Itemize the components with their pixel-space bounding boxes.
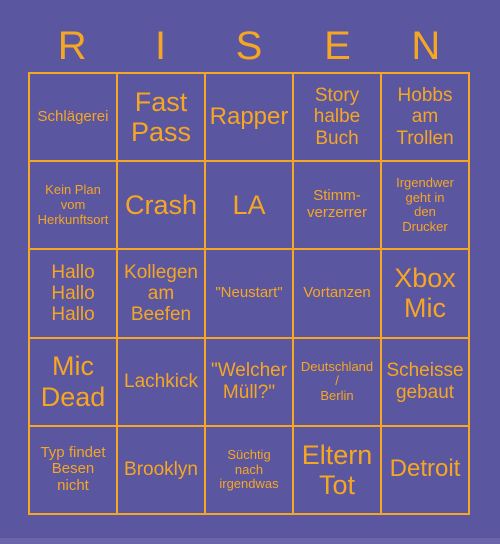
- bingo-cell-label: "Neustart": [215, 284, 283, 302]
- bingo-cell-label: Lachkick: [124, 371, 198, 393]
- bingo-grid: Schlägerei Fast Pass Rapper Story halbe Buc…: [28, 72, 470, 515]
- bingo-cell[interactable]: Kollegen am Beefen: [118, 250, 206, 339]
- bingo-cell-label: Typ findet Besen nicht: [40, 443, 106, 495]
- title-letter-2: I: [155, 24, 167, 68]
- bingo-cell[interactable]: Süchtig nach irgendwas: [206, 426, 294, 515]
- title-letter-3: S: [235, 24, 263, 68]
- bingo-cell[interactable]: Hallo Hallo Hallo: [30, 250, 118, 339]
- bingo-cell[interactable]: Lachkick: [118, 338, 206, 427]
- bingo-cell-label: Detroit: [389, 455, 461, 483]
- bingo-cell[interactable]: Scheisse gebaut: [382, 338, 470, 427]
- bingo-cell[interactable]: Fast Pass: [118, 74, 206, 163]
- bingo-cell-label: Brooklyn: [124, 459, 198, 481]
- bingo-cell[interactable]: Vortanzen: [294, 250, 382, 339]
- bingo-cell[interactable]: Schlägerei: [30, 74, 118, 163]
- bingo-cell[interactable]: Brooklyn: [118, 426, 206, 515]
- bingo-cell-label: Crash: [124, 190, 198, 221]
- bingo-cell-label: Mic Dead: [40, 351, 106, 412]
- bingo-cell[interactable]: Stimm- verzerrer: [294, 162, 382, 251]
- bingo-cell-label: Hallo Hallo Hallo: [51, 261, 95, 326]
- bingo-cell-label: Schlägerei: [37, 107, 109, 125]
- bingo-cell[interactable]: Irgendwer geht in den Drucker: [382, 162, 470, 251]
- bingo-title: R I S E N: [28, 20, 470, 72]
- bingo-cell[interactable]: "Welcher Müll?": [206, 338, 294, 427]
- bingo-cell[interactable]: Crash: [118, 162, 206, 251]
- bingo-cell-label: LA: [232, 190, 266, 221]
- bingo-cell-label: "Welcher Müll?": [210, 360, 288, 403]
- bingo-cell[interactable]: Xbox Mic: [382, 250, 470, 339]
- bingo-cell-label: Vortanzen: [303, 284, 371, 302]
- bottom-strip: [0, 538, 500, 544]
- bingo-cell-label: Irgendwer geht in den Drucker: [396, 175, 454, 234]
- bingo-cell-label: Story halbe Buch: [313, 85, 361, 149]
- bingo-cell[interactable]: Rapper: [206, 74, 294, 163]
- title-letter-4: E: [324, 24, 351, 68]
- bingo-cell[interactable]: Mic Dead: [30, 338, 118, 427]
- bingo-cell-label: Xbox Mic: [394, 263, 456, 324]
- bingo-cell-label: Scheisse gebaut: [386, 360, 464, 403]
- bingo-cell[interactable]: Detroit: [382, 426, 470, 515]
- bingo-cell[interactable]: Story halbe Buch: [294, 74, 382, 163]
- bingo-cell[interactable]: Typ findet Besen nicht: [30, 426, 118, 515]
- bingo-cell[interactable]: Hobbs am Trollen: [382, 74, 470, 163]
- bingo-cell-label: Fast Pass: [130, 86, 192, 148]
- bingo-cell-label: Süchtig nach irgendwas: [219, 447, 279, 492]
- bingo-cell-label: Kein Plan vom Herkunftsort: [37, 182, 109, 227]
- bingo-cell[interactable]: Deutschland / Berlin: [294, 338, 382, 427]
- bingo-cell-label: Stimm- verzerrer: [306, 187, 367, 222]
- bingo-cell-label: Eltern Tot: [301, 439, 373, 500]
- bingo-cell-label: Rapper: [209, 102, 289, 130]
- bingo-cell-label: Deutschland / Berlin: [300, 358, 374, 403]
- bingo-cell[interactable]: Kein Plan vom Herkunftsort: [30, 162, 118, 251]
- bingo-card: R I S E N Schlägerei Fast Pass Rapper Story…: [0, 0, 500, 538]
- bingo-cell[interactable]: Eltern Tot: [294, 426, 382, 515]
- bingo-cell-label: Hobbs am Trollen: [396, 85, 454, 149]
- bingo-cell-label: Kollegen am Beefen: [124, 261, 198, 326]
- bingo-cell[interactable]: "Neustart": [206, 250, 294, 339]
- title-letter-1: R: [57, 24, 87, 68]
- title-letter-5: N: [411, 24, 441, 68]
- bingo-cell[interactable]: LA: [206, 162, 294, 251]
